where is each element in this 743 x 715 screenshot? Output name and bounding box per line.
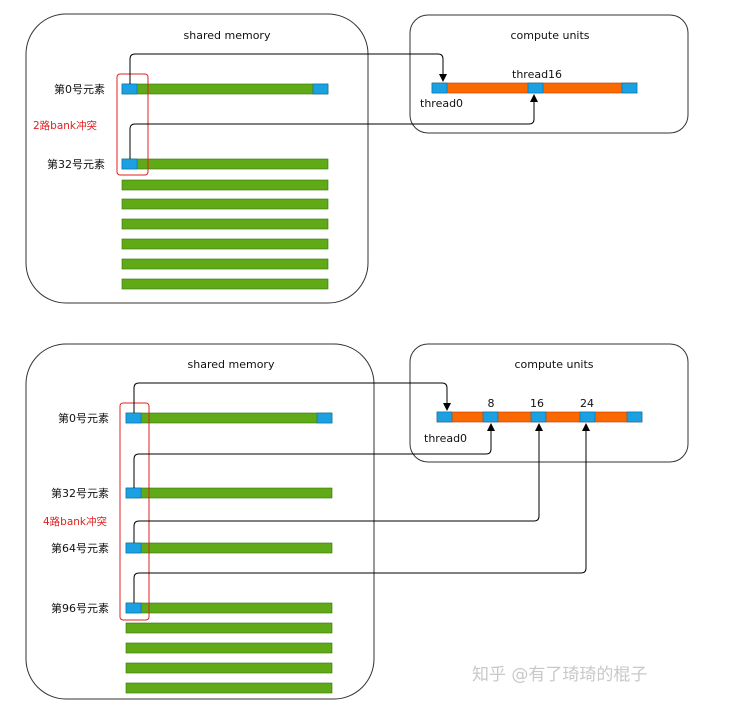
top-row-bar xyxy=(121,198,329,210)
bottom-compute-units-title: compute units xyxy=(514,358,593,371)
bottom-tick24-label: 24 xyxy=(580,397,594,410)
top-row0-label: 第0号元素 xyxy=(54,82,105,96)
top-thread-bar xyxy=(431,82,638,94)
bottom-conflict-label: 4路bank冲突 xyxy=(43,515,108,528)
top-row32-bank0-cell xyxy=(121,158,138,170)
bottom-row96-label: 第96号元素 xyxy=(51,601,109,615)
top-row0-bank-end-cell xyxy=(312,83,329,95)
top-shared-memory-title: shared memory xyxy=(184,29,271,42)
bottom-thread8-cell xyxy=(482,411,499,423)
top-row-bar xyxy=(121,218,329,230)
bottom-thread24-cell xyxy=(579,411,596,423)
top-row32-label: 第32号元素 xyxy=(47,157,105,171)
bottom-tick16-label: 16 xyxy=(530,397,544,410)
bottom-row0-bank-end-cell xyxy=(316,412,333,424)
bottom-tick8-label: 8 xyxy=(488,397,495,410)
bottom-thread-bar xyxy=(436,411,643,423)
top-conflict-label: 2路bank冲突 xyxy=(33,119,98,132)
top-thread16-label: thread16 xyxy=(512,68,562,81)
bottom-row32-label: 第32号元素 xyxy=(51,486,109,500)
top-row-bar xyxy=(121,238,329,250)
bottom-row-bar xyxy=(125,642,333,654)
top-row-bar xyxy=(121,258,329,270)
bottom-diagram: shared memory compute units 第0号元素 第32号元素… xyxy=(25,343,689,700)
bottom-row64-label: 第64号元素 xyxy=(51,541,109,555)
bottom-row0-label: 第0号元素 xyxy=(58,411,109,425)
top-thread-end-cell xyxy=(621,82,638,94)
bottom-row0-green-bar xyxy=(125,412,333,424)
top-thread0-cell xyxy=(431,82,448,94)
bottom-row-bar xyxy=(125,622,333,634)
bottom-thread0-label: thread0 xyxy=(424,432,467,445)
top-row-bar xyxy=(121,278,329,290)
top-compute-units-title: compute units xyxy=(510,29,589,42)
top-diagram: shared memory compute units 第0号元素 第32号元素… xyxy=(25,13,689,304)
bottom-row-bar xyxy=(125,662,333,674)
bottom-row32-green-bar xyxy=(125,487,333,499)
bank-conflict-diagram: shared memory compute units 第0号元素 第32号元素… xyxy=(25,13,689,700)
bottom-shared-memory-title: shared memory xyxy=(188,358,275,371)
bottom-row0-bank0-cell xyxy=(125,412,142,424)
bottom-thread16-cell xyxy=(530,411,547,423)
top-thread16-cell xyxy=(527,82,544,94)
top-row0-green-bar xyxy=(121,83,329,95)
bottom-thread-end-cell xyxy=(626,411,643,423)
bottom-row96-bank0-cell xyxy=(125,602,142,614)
bottom-row32-bank0-cell xyxy=(125,487,142,499)
bottom-row96-green-bar xyxy=(125,602,333,614)
top-row-bar xyxy=(121,179,329,191)
bottom-thread0-cell xyxy=(436,411,453,423)
zhihu-watermark: 知乎 @有了琦琦的棍子 xyxy=(472,665,647,685)
bottom-row-bar xyxy=(125,682,333,694)
top-row0-bank0-cell xyxy=(121,83,138,95)
top-row32-green-bar xyxy=(121,158,329,170)
bottom-row64-bank0-cell xyxy=(125,542,142,554)
bottom-row64-green-bar xyxy=(125,542,333,554)
top-thread0-label: thread0 xyxy=(420,97,463,110)
